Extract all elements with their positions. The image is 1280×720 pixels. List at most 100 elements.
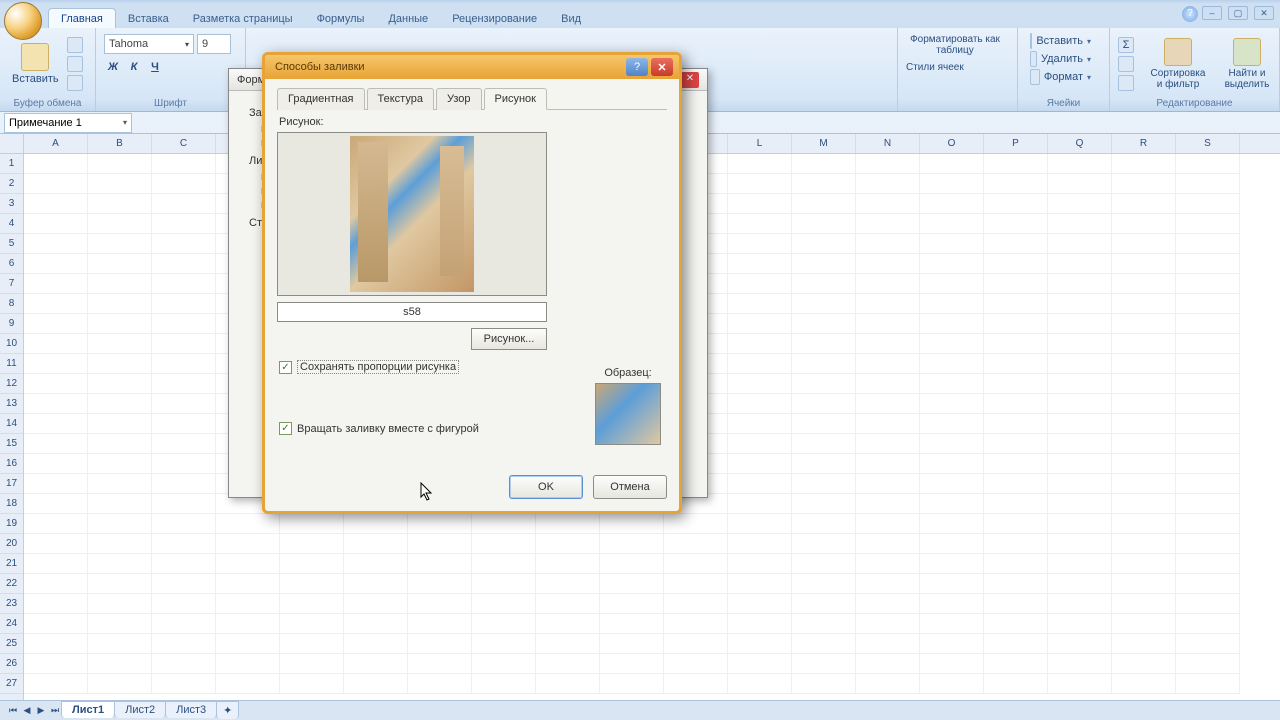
cell[interactable] bbox=[600, 654, 664, 674]
cell[interactable] bbox=[344, 534, 408, 554]
row-header[interactable]: 6 bbox=[0, 254, 23, 274]
cell[interactable] bbox=[984, 654, 1048, 674]
cell[interactable] bbox=[664, 554, 728, 574]
cell[interactable] bbox=[1176, 674, 1240, 694]
ok-button[interactable]: OK bbox=[509, 475, 583, 499]
cell[interactable] bbox=[1176, 254, 1240, 274]
cell[interactable] bbox=[88, 234, 152, 254]
cell[interactable] bbox=[1112, 154, 1176, 174]
cell[interactable] bbox=[728, 154, 792, 174]
cell[interactable] bbox=[472, 594, 536, 614]
row-header[interactable]: 1 bbox=[0, 154, 23, 174]
back-dialog-close[interactable]: ✕ bbox=[681, 72, 699, 88]
cell[interactable] bbox=[1048, 654, 1112, 674]
cell[interactable] bbox=[1176, 394, 1240, 414]
cell[interactable] bbox=[920, 634, 984, 654]
cell[interactable] bbox=[728, 534, 792, 554]
cell[interactable] bbox=[24, 234, 88, 254]
cell[interactable] bbox=[728, 554, 792, 574]
cell[interactable] bbox=[344, 514, 408, 534]
cell[interactable] bbox=[728, 274, 792, 294]
cell[interactable] bbox=[216, 594, 280, 614]
cell[interactable] bbox=[1048, 414, 1112, 434]
cell[interactable] bbox=[920, 674, 984, 694]
cell[interactable] bbox=[920, 314, 984, 334]
cell[interactable] bbox=[1048, 174, 1112, 194]
cell[interactable] bbox=[984, 234, 1048, 254]
cell[interactable] bbox=[1176, 234, 1240, 254]
cell[interactable] bbox=[728, 374, 792, 394]
cell[interactable] bbox=[88, 154, 152, 174]
cell[interactable] bbox=[472, 534, 536, 554]
tab-data[interactable]: Данные bbox=[376, 9, 440, 28]
cell[interactable] bbox=[984, 294, 1048, 314]
cell[interactable] bbox=[920, 494, 984, 514]
tab-formulas[interactable]: Формулы bbox=[305, 9, 377, 28]
row-header[interactable]: 17 bbox=[0, 474, 23, 494]
cell[interactable] bbox=[536, 514, 600, 534]
cell[interactable] bbox=[1112, 534, 1176, 554]
cell[interactable] bbox=[1112, 674, 1176, 694]
cell[interactable] bbox=[856, 474, 920, 494]
cell[interactable] bbox=[472, 514, 536, 534]
cell[interactable] bbox=[24, 314, 88, 334]
cell[interactable] bbox=[1048, 314, 1112, 334]
cell[interactable] bbox=[856, 314, 920, 334]
cell[interactable] bbox=[24, 174, 88, 194]
cell[interactable] bbox=[728, 174, 792, 194]
cell[interactable] bbox=[408, 634, 472, 654]
cell[interactable] bbox=[1048, 194, 1112, 214]
cell[interactable] bbox=[856, 254, 920, 274]
cell[interactable] bbox=[216, 634, 280, 654]
cell[interactable] bbox=[984, 174, 1048, 194]
cell[interactable] bbox=[24, 454, 88, 474]
dialog-close-button[interactable]: ✕ bbox=[651, 58, 673, 76]
cell[interactable] bbox=[984, 454, 1048, 474]
cell[interactable] bbox=[88, 514, 152, 534]
minimize-button[interactable]: – bbox=[1202, 6, 1222, 20]
cell[interactable] bbox=[1112, 554, 1176, 574]
cell[interactable] bbox=[920, 254, 984, 274]
cell[interactable] bbox=[856, 274, 920, 294]
cell[interactable] bbox=[920, 454, 984, 474]
cell[interactable] bbox=[792, 554, 856, 574]
cell[interactable] bbox=[792, 454, 856, 474]
tab-picture[interactable]: Рисунок bbox=[484, 88, 548, 110]
cell[interactable] bbox=[1112, 334, 1176, 354]
cell[interactable] bbox=[88, 534, 152, 554]
cell[interactable] bbox=[664, 674, 728, 694]
cell[interactable] bbox=[24, 434, 88, 454]
cell[interactable] bbox=[1112, 514, 1176, 534]
cell[interactable] bbox=[728, 254, 792, 274]
column-header[interactable]: B bbox=[88, 134, 152, 153]
cell[interactable] bbox=[152, 214, 216, 234]
cell[interactable] bbox=[24, 494, 88, 514]
cell[interactable] bbox=[600, 534, 664, 554]
cell[interactable] bbox=[1048, 294, 1112, 314]
cell[interactable] bbox=[856, 294, 920, 314]
cell[interactable] bbox=[152, 554, 216, 574]
cell[interactable] bbox=[728, 654, 792, 674]
cell[interactable] bbox=[984, 354, 1048, 374]
cell[interactable] bbox=[1048, 154, 1112, 174]
column-header[interactable]: O bbox=[920, 134, 984, 153]
cell[interactable] bbox=[472, 634, 536, 654]
cell[interactable] bbox=[856, 634, 920, 654]
cell[interactable] bbox=[728, 354, 792, 374]
cell[interactable] bbox=[1048, 454, 1112, 474]
cell[interactable] bbox=[792, 614, 856, 634]
column-header[interactable]: C bbox=[152, 134, 216, 153]
cell[interactable] bbox=[408, 514, 472, 534]
cell[interactable] bbox=[152, 534, 216, 554]
cell[interactable] bbox=[920, 514, 984, 534]
cell[interactable] bbox=[152, 394, 216, 414]
cell[interactable] bbox=[920, 294, 984, 314]
cell[interactable] bbox=[408, 574, 472, 594]
cell[interactable] bbox=[1176, 174, 1240, 194]
row-header[interactable]: 25 bbox=[0, 634, 23, 654]
new-sheet-button[interactable]: ✦ bbox=[216, 701, 239, 719]
cell[interactable] bbox=[1176, 414, 1240, 434]
cell[interactable] bbox=[856, 214, 920, 234]
cell[interactable] bbox=[472, 654, 536, 674]
cell[interactable] bbox=[1176, 634, 1240, 654]
